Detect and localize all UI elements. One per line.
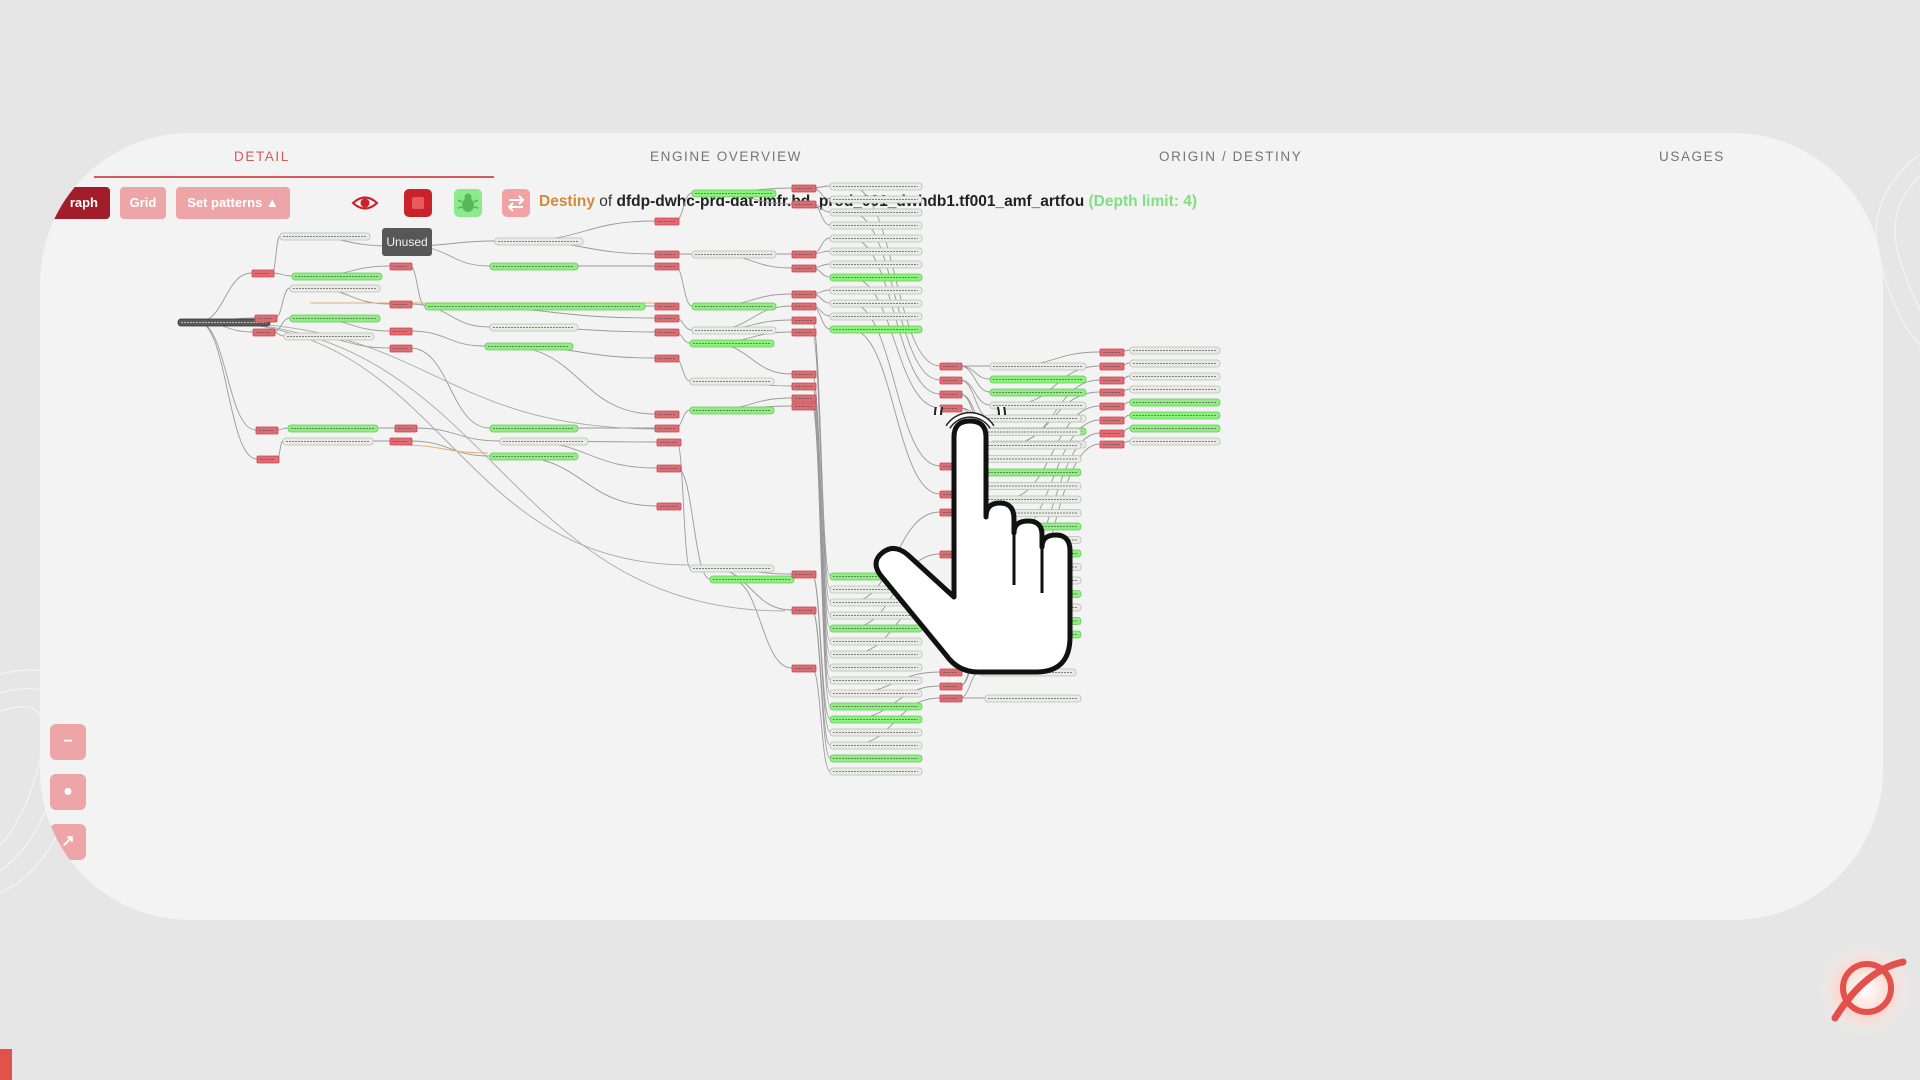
graph-edge [509, 455, 658, 507]
reset-zoom-button[interactable]: ● [50, 774, 86, 810]
graph-edge [709, 567, 793, 611]
graph-edge [959, 379, 991, 406]
graph-edge [197, 321, 258, 460]
graph-edge [271, 272, 293, 277]
zoom-out-button[interactable]: − [50, 724, 86, 760]
fit-view-button[interactable]: ↗ [50, 824, 86, 860]
corner-accent [0, 1049, 12, 1080]
graph-edge [207, 321, 691, 566]
graph-edge [271, 235, 281, 274]
graph-edge [274, 287, 291, 319]
graph-edge [409, 265, 426, 307]
graph-edge [409, 330, 486, 347]
pointer-hand-icon [873, 407, 1073, 675]
graph-edge [197, 321, 257, 431]
graph-edge [811, 573, 831, 733]
graph-edge [504, 345, 656, 415]
graph-edge [414, 427, 501, 442]
graph-edge [207, 321, 661, 430]
graph-edge [409, 347, 491, 429]
graph-edge [709, 342, 793, 375]
graph-edge [729, 578, 793, 669]
graph-edge [674, 192, 693, 222]
unused-tooltip: Unused [382, 228, 432, 256]
graph-edge [1009, 365, 1101, 406]
graph-edge [197, 272, 253, 323]
app-logo [1817, 942, 1913, 1038]
graph-edge [674, 265, 693, 307]
graph-edge [959, 365, 991, 380]
